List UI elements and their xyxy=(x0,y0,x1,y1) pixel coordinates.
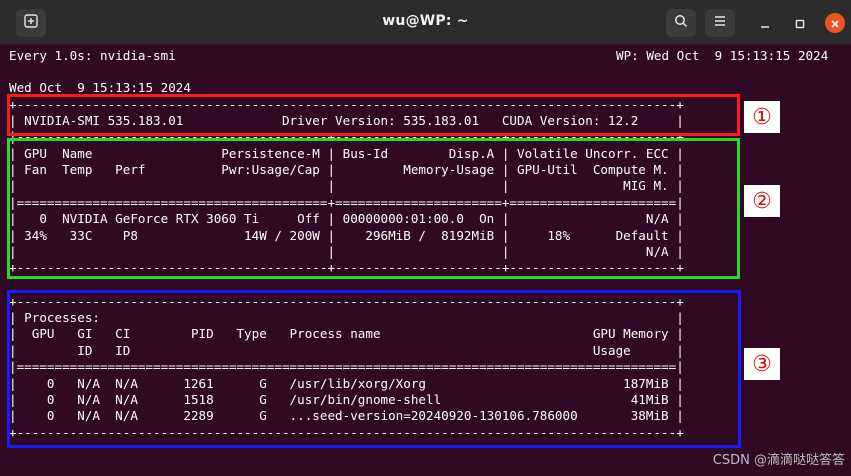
section3-line: | Processes: | xyxy=(9,310,684,325)
marker-2: ② xyxy=(744,185,780,217)
watermark: CSDN @滴滴哒哒答答 xyxy=(712,453,845,468)
close-icon xyxy=(830,14,840,33)
menu-button[interactable] xyxy=(705,9,735,37)
section2-line: |---------------------------------------… xyxy=(9,129,684,144)
section2-line: | | | MIG M. | xyxy=(9,178,684,193)
hamburger-menu-icon xyxy=(713,14,727,32)
section2-line: | GPU Name Persistence-M | Bus-Id Disp.A… xyxy=(9,146,684,161)
minimize-icon xyxy=(760,14,770,33)
section2-line: | 0 NVIDIA GeForce RTX 3060 Ti Off | 000… xyxy=(9,211,684,226)
timestamp: Wed Oct 9 15:13:15 2024 xyxy=(9,80,191,95)
section2-line: | Fan Temp Perf Pwr:Usage/Cap | Memory-U… xyxy=(9,162,684,177)
section3-line: | 0 N/A N/A 1518 G /usr/bin/gnome-shell … xyxy=(9,392,684,407)
section2-line: |=======================================… xyxy=(9,195,684,210)
section1-line: | NVIDIA-SMI 535.183.01 Driver Version: … xyxy=(9,113,684,128)
maximize-button[interactable] xyxy=(790,13,810,33)
marker-3: ③ xyxy=(744,348,780,380)
section2-line: | | | N/A | xyxy=(9,244,684,259)
section3-line: | GPU GI CI PID Type Process name GPU Me… xyxy=(9,326,684,341)
terminal-output[interactable]: Every 1.0s: nvidia-smi WP: Wed Oct 9 15:… xyxy=(9,48,851,476)
section3-line: | ID ID Usage | xyxy=(9,343,684,358)
section3-line: | 0 N/A N/A 2289 G ...seed-version=20240… xyxy=(9,408,684,423)
section3-line: +---------------------------------------… xyxy=(9,294,684,309)
watch-header-left: Every 1.0s: nvidia-smi xyxy=(9,48,176,63)
search-button[interactable] xyxy=(666,9,696,37)
section3-line: +---------------------------------------… xyxy=(9,425,684,440)
terminal-window: wu@WP: ~ Every 1.0s: nvidia-smi WP: Wed … xyxy=(0,0,851,476)
search-icon xyxy=(674,14,688,33)
maximize-icon xyxy=(795,14,805,33)
minimize-button[interactable] xyxy=(755,13,775,33)
section1-line: +---------------------------------------… xyxy=(9,97,684,112)
section2-line: +---------------------------------------… xyxy=(9,260,684,275)
close-button[interactable] xyxy=(825,13,845,33)
title-bar: wu@WP: ~ xyxy=(0,0,851,45)
marker-1: ① xyxy=(744,101,780,133)
watch-header-right: WP: Wed Oct 9 15:13:15 2024 xyxy=(616,48,829,63)
section3-line: | 0 N/A N/A 1261 G /usr/lib/xorg/Xorg 18… xyxy=(9,376,684,391)
section3-line: |=======================================… xyxy=(9,359,684,374)
section2-line: | 34% 33C P8 14W / 200W | 296MiB / 8192M… xyxy=(9,228,684,243)
